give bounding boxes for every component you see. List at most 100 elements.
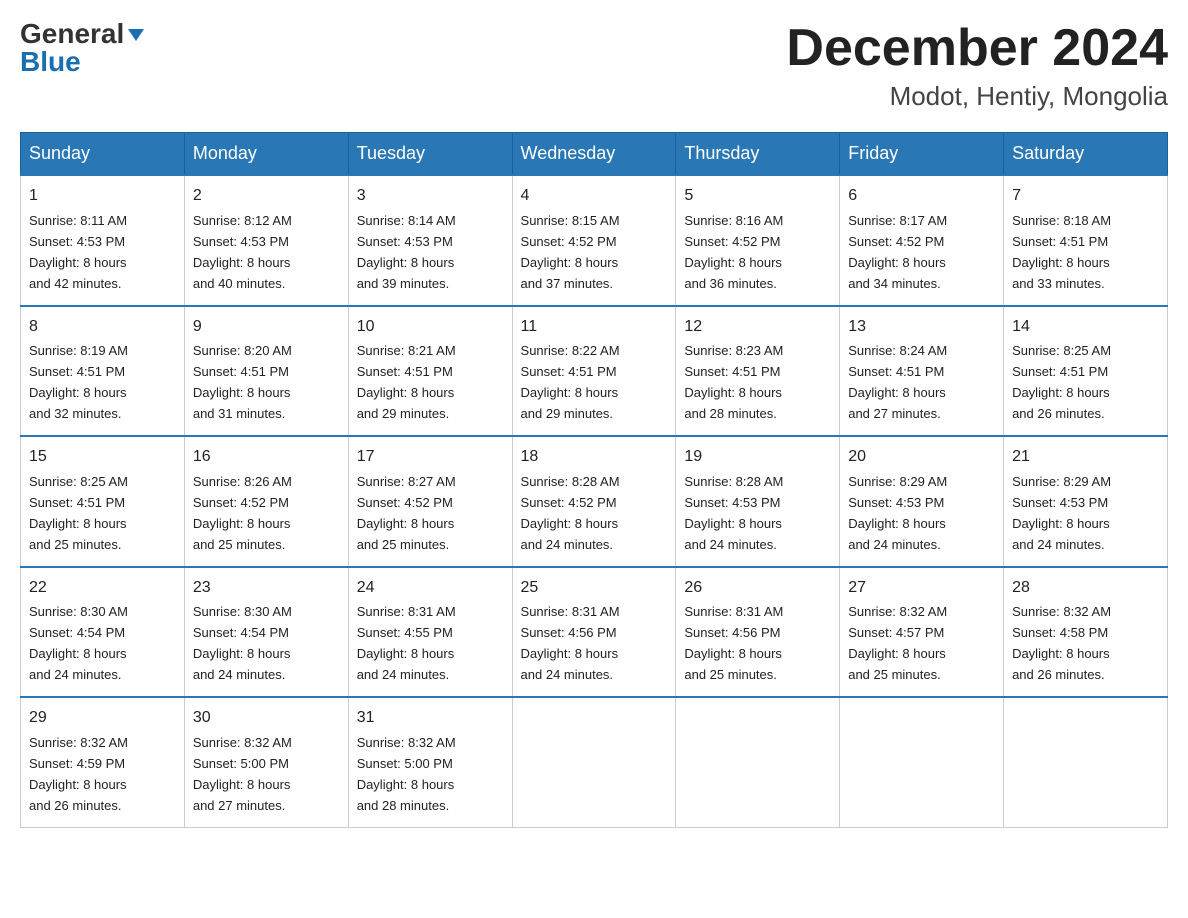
day-number: 14 (1012, 315, 1159, 340)
day-number: 18 (521, 445, 668, 470)
calendar-cell: 18 Sunrise: 8:28 AMSunset: 4:52 PMDayligh… (512, 436, 676, 566)
week-row-2: 8 Sunrise: 8:19 AMSunset: 4:51 PMDaylight… (21, 306, 1168, 436)
day-number: 15 (29, 445, 176, 470)
calendar-cell: 25 Sunrise: 8:31 AMSunset: 4:56 PMDayligh… (512, 567, 676, 697)
day-info: Sunrise: 8:32 AMSunset: 5:00 PMDaylight:… (193, 735, 292, 813)
calendar-cell: 15 Sunrise: 8:25 AMSunset: 4:51 PMDayligh… (21, 436, 185, 566)
day-number: 29 (29, 706, 176, 731)
calendar-cell: 27Sunrise: 8:32 AMSunset: 4:57 PMDayligh… (840, 567, 1004, 697)
day-number: 10 (357, 315, 504, 340)
day-info: Sunrise: 8:31 AMSunset: 4:55 PMDaylight:… (357, 604, 456, 682)
day-info: Sunrise: 8:31 AMSunset: 4:56 PMDaylight:… (684, 604, 783, 682)
page-header: General Blue December 2024 Modot, Hentiy… (20, 20, 1168, 112)
day-number: 28 (1012, 576, 1159, 601)
calendar-cell: 31 Sunrise: 8:32 AMSunset: 5:00 PMDayligh… (348, 697, 512, 827)
day-number: 25 (521, 576, 668, 601)
day-number: 12 (684, 315, 831, 340)
day-number: 3 (357, 184, 504, 209)
day-info: Sunrise: 8:25 AMSunset: 4:51 PMDaylight:… (29, 474, 128, 552)
calendar-cell: 6Sunrise: 8:17 AMSunset: 4:52 PMDaylight… (840, 175, 1004, 305)
day-info: Sunrise: 8:27 AMSunset: 4:52 PMDaylight:… (357, 474, 456, 552)
calendar-cell: 9Sunrise: 8:20 AMSunset: 4:51 PMDaylight… (184, 306, 348, 436)
day-number: 6 (848, 184, 995, 209)
week-row-1: 1Sunrise: 8:11 AMSunset: 4:53 PMDaylight… (21, 175, 1168, 305)
calendar-cell: 20Sunrise: 8:29 AMSunset: 4:53 PMDayligh… (840, 436, 1004, 566)
week-row-5: 29 Sunrise: 8:32 AMSunset: 4:59 PMDayligh… (21, 697, 1168, 827)
calendar-cell: 23Sunrise: 8:30 AMSunset: 4:54 PMDayligh… (184, 567, 348, 697)
calendar-header-row: SundayMondayTuesdayWednesdayThursdayFrid… (21, 133, 1168, 176)
calendar-cell: 7 Sunrise: 8:18 AMSunset: 4:51 PMDaylight… (1004, 175, 1168, 305)
day-number: 11 (521, 315, 668, 340)
day-info: Sunrise: 8:30 AMSunset: 4:54 PMDaylight:… (193, 604, 292, 682)
day-info: Sunrise: 8:22 AMSunset: 4:51 PMDaylight:… (521, 343, 620, 421)
header-saturday: Saturday (1004, 133, 1168, 176)
calendar-cell: 3 Sunrise: 8:14 AMSunset: 4:53 PMDaylight… (348, 175, 512, 305)
calendar-cell: 12 Sunrise: 8:23 AMSunset: 4:51 PMDayligh… (676, 306, 840, 436)
day-info: Sunrise: 8:30 AMSunset: 4:54 PMDaylight:… (29, 604, 128, 682)
day-number: 17 (357, 445, 504, 470)
day-info: Sunrise: 8:32 AMSunset: 4:57 PMDaylight:… (848, 604, 947, 682)
logo: General Blue (20, 20, 144, 76)
day-info: Sunrise: 8:14 AMSunset: 4:53 PMDaylight:… (357, 213, 456, 291)
day-number: 7 (1012, 184, 1159, 209)
day-info: Sunrise: 8:19 AMSunset: 4:51 PMDaylight:… (29, 343, 128, 421)
day-info: Sunrise: 8:20 AMSunset: 4:51 PMDaylight:… (193, 343, 292, 421)
calendar-cell: 5Sunrise: 8:16 AMSunset: 4:52 PMDaylight… (676, 175, 840, 305)
location-title: Modot, Hentiy, Mongolia (786, 81, 1168, 112)
day-number: 31 (357, 706, 504, 731)
calendar-cell: 1Sunrise: 8:11 AMSunset: 4:53 PMDaylight… (21, 175, 185, 305)
calendar-cell: 28Sunrise: 8:32 AMSunset: 4:58 PMDayligh… (1004, 567, 1168, 697)
day-number: 1 (29, 184, 176, 209)
week-row-3: 15 Sunrise: 8:25 AMSunset: 4:51 PMDayligh… (21, 436, 1168, 566)
day-info: Sunrise: 8:21 AMSunset: 4:51 PMDaylight:… (357, 343, 456, 421)
day-number: 20 (848, 445, 995, 470)
calendar-cell: 30Sunrise: 8:32 AMSunset: 5:00 PMDayligh… (184, 697, 348, 827)
day-info: Sunrise: 8:28 AMSunset: 4:53 PMDaylight:… (684, 474, 783, 552)
day-info: Sunrise: 8:29 AMSunset: 4:53 PMDaylight:… (1012, 474, 1111, 552)
calendar-cell: 17 Sunrise: 8:27 AMSunset: 4:52 PMDayligh… (348, 436, 512, 566)
day-number: 16 (193, 445, 340, 470)
calendar-cell: 2 Sunrise: 8:12 AMSunset: 4:53 PMDaylight… (184, 175, 348, 305)
day-number: 21 (1012, 445, 1159, 470)
day-info: Sunrise: 8:32 AMSunset: 5:00 PMDaylight:… (357, 735, 456, 813)
day-info: Sunrise: 8:24 AMSunset: 4:51 PMDaylight:… (848, 343, 947, 421)
day-number: 5 (684, 184, 831, 209)
day-info: Sunrise: 8:12 AMSunset: 4:53 PMDaylight:… (193, 213, 292, 291)
day-info: Sunrise: 8:32 AMSunset: 4:59 PMDaylight:… (29, 735, 128, 813)
day-number: 2 (193, 184, 340, 209)
calendar-cell (1004, 697, 1168, 827)
day-number: 8 (29, 315, 176, 340)
calendar-cell: 4 Sunrise: 8:15 AMSunset: 4:52 PMDaylight… (512, 175, 676, 305)
header-tuesday: Tuesday (348, 133, 512, 176)
calendar-cell: 13 Sunrise: 8:24 AMSunset: 4:51 PMDayligh… (840, 306, 1004, 436)
calendar-cell (676, 697, 840, 827)
calendar-cell: 26 Sunrise: 8:31 AMSunset: 4:56 PMDayligh… (676, 567, 840, 697)
calendar-cell: 19 Sunrise: 8:28 AMSunset: 4:53 PMDayligh… (676, 436, 840, 566)
calendar-cell: 16 Sunrise: 8:26 AMSunset: 4:52 PMDayligh… (184, 436, 348, 566)
day-info: Sunrise: 8:26 AMSunset: 4:52 PMDaylight:… (193, 474, 292, 552)
day-info: Sunrise: 8:18 AMSunset: 4:51 PMDaylight:… (1012, 213, 1111, 291)
calendar-cell (512, 697, 676, 827)
calendar-table: SundayMondayTuesdayWednesdayThursdayFrid… (20, 132, 1168, 827)
day-info: Sunrise: 8:25 AMSunset: 4:51 PMDaylight:… (1012, 343, 1111, 421)
logo-general-text: General (20, 20, 124, 48)
day-number: 13 (848, 315, 995, 340)
day-info: Sunrise: 8:15 AMSunset: 4:52 PMDaylight:… (521, 213, 620, 291)
day-info: Sunrise: 8:28 AMSunset: 4:52 PMDaylight:… (521, 474, 620, 552)
header-wednesday: Wednesday (512, 133, 676, 176)
day-info: Sunrise: 8:23 AMSunset: 4:51 PMDaylight:… (684, 343, 783, 421)
month-title: December 2024 (786, 20, 1168, 77)
header-friday: Friday (840, 133, 1004, 176)
day-number: 24 (357, 576, 504, 601)
day-number: 4 (521, 184, 668, 209)
day-info: Sunrise: 8:31 AMSunset: 4:56 PMDaylight:… (521, 604, 620, 682)
title-block: December 2024 Modot, Hentiy, Mongolia (786, 20, 1168, 112)
day-number: 26 (684, 576, 831, 601)
calendar-cell: 14 Sunrise: 8:25 AMSunset: 4:51 PMDayligh… (1004, 306, 1168, 436)
header-sunday: Sunday (21, 133, 185, 176)
calendar-cell: 22Sunrise: 8:30 AMSunset: 4:54 PMDayligh… (21, 567, 185, 697)
calendar-cell: 11 Sunrise: 8:22 AMSunset: 4:51 PMDayligh… (512, 306, 676, 436)
day-number: 19 (684, 445, 831, 470)
calendar-cell: 29 Sunrise: 8:32 AMSunset: 4:59 PMDayligh… (21, 697, 185, 827)
calendar-cell: 8 Sunrise: 8:19 AMSunset: 4:51 PMDaylight… (21, 306, 185, 436)
